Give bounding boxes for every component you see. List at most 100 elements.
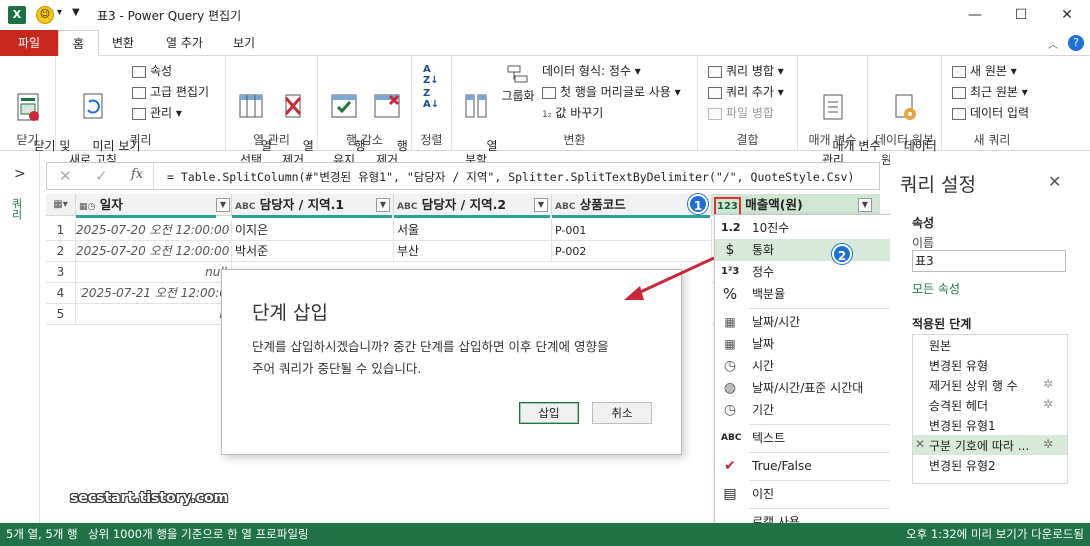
append-queries-button[interactable]: 쿼리 추가 ▾ xyxy=(708,83,784,101)
replace-values-button[interactable]: 1₂ 값 바꾸기 xyxy=(542,104,603,122)
properties-button[interactable]: 속성 xyxy=(132,62,172,80)
group-sort: A Z↓ Z A↓ 정렬 xyxy=(412,56,452,151)
applied-step-selected[interactable]: ✕ 구분 기호에 따라 ... ✲ xyxy=(913,435,1067,455)
tab-file[interactable]: 파일 xyxy=(0,30,59,56)
help-icon[interactable]: ? xyxy=(1068,35,1084,51)
table-cell[interactable]: 2025-07-21 오전 12:00:0 xyxy=(76,283,232,304)
table-cell[interactable]: 2025-07-20 오전 12:00:00 xyxy=(76,220,232,241)
menu-item-datetime[interactable]: ▦ 날짜/시간 xyxy=(715,311,911,333)
manage-button[interactable]: 관리 ▾ xyxy=(132,104,182,122)
data-type-dropdown[interactable]: 데이터 형식: 정수 ▾ xyxy=(542,62,641,80)
dialog-message-line1: 단계를 삽입하시겠습니까? 중간 단계를 삽입하면 이후 단계에 영향을 xyxy=(252,339,609,354)
table-cell[interactable]: 서울 xyxy=(394,220,552,241)
remove-rows-icon xyxy=(374,94,400,118)
table-cell[interactable]: null xyxy=(76,262,232,283)
text-type-icon[interactable]: ABC xyxy=(552,202,575,212)
table-cell[interactable]: P-001 xyxy=(552,220,712,241)
applied-step[interactable]: 변경된 유형 xyxy=(929,357,988,374)
commit-formula-icon[interactable]: ✓ xyxy=(95,167,108,185)
insert-button[interactable]: 삽입 xyxy=(519,402,579,424)
qat-customize-icon[interactable]: ▼ xyxy=(72,7,80,18)
menu-item-true-false[interactable]: ✔ True/False xyxy=(715,455,911,477)
menu-item-percentage[interactable]: % 백분율 xyxy=(715,283,911,305)
maximize-button[interactable]: ☐ xyxy=(998,0,1044,30)
table-cell[interactable]: 이지은 xyxy=(232,220,394,241)
tab-home[interactable]: 홈 xyxy=(58,30,100,56)
tab-view[interactable]: 보기 xyxy=(219,30,269,56)
menu-item-time[interactable]: ◷ 시간 xyxy=(715,355,911,377)
sort-descending-icon[interactable]: Z A↓ xyxy=(423,88,439,110)
menu-item-binary[interactable]: ▤ 이진 xyxy=(715,483,911,505)
delete-step-icon[interactable]: ✕ xyxy=(915,437,925,451)
minimize-button[interactable]: — xyxy=(952,0,998,30)
smiley-feedback-icon[interactable]: ☺ xyxy=(36,6,54,24)
group-by-button[interactable]: 그룹화 xyxy=(498,64,538,103)
column-header-date[interactable]: ▦◷ 일자 ▼ xyxy=(76,194,232,216)
column-filter-button[interactable]: ▼ xyxy=(858,198,872,212)
step-badge-1: 1 xyxy=(688,194,708,214)
combine-files-button[interactable]: 파일 병합 xyxy=(708,104,774,122)
enter-data-button[interactable]: 데이터 입력 xyxy=(952,104,1029,122)
column-filter-button[interactable]: ▼ xyxy=(376,198,390,212)
expand-queries-chevron-icon[interactable]: > xyxy=(14,166,26,182)
close-pane-icon[interactable]: ✕ xyxy=(1048,172,1061,191)
time-icon: ◷ xyxy=(723,358,737,374)
table-cell[interactable]: n xyxy=(76,304,232,325)
group-by-label: 그룹화 xyxy=(501,89,535,103)
menu-item-label: 백분율 xyxy=(752,287,786,301)
menu-item-whole-number[interactable]: 1²3 정수 xyxy=(715,261,911,283)
merge-queries-label: 쿼리 병합 xyxy=(726,64,774,78)
applied-step[interactable]: 승격된 헤더 xyxy=(929,397,988,414)
sort-ascending-icon[interactable]: A Z↓ xyxy=(423,64,439,86)
tab-add-column[interactable]: 열 추가 xyxy=(152,30,217,56)
text-type-icon[interactable]: ABC xyxy=(232,202,255,212)
menu-item-duration[interactable]: ◷ 기간 xyxy=(715,399,911,421)
cancel-formula-icon[interactable]: ✕ xyxy=(59,167,72,185)
menu-item-date[interactable]: ▦ 날짜 xyxy=(715,333,911,355)
advanced-editor-icon xyxy=(132,86,146,99)
collapse-ribbon-icon[interactable]: ︿ xyxy=(1048,36,1058,51)
advanced-editor-button[interactable]: 고급 편집기 xyxy=(132,83,209,101)
applied-step[interactable]: 원본 xyxy=(929,337,951,354)
menu-item-datetimezone[interactable]: ◍ 날짜/시간/표준 시간대 xyxy=(715,377,911,399)
datetime-type-icon[interactable]: ▦◷ xyxy=(76,202,95,212)
new-source-button[interactable]: 새 원본 ▾ xyxy=(952,62,1017,80)
menu-item-decimal[interactable]: 1.2 10진수 xyxy=(715,217,911,239)
status-profiling[interactable]: 상위 1000개 행을 기준으로 한 열 프로파일링 xyxy=(88,523,308,546)
formula-input[interactable]: = Table.SplitColumn(#"변경된 유형1", "담당자 / 지… xyxy=(167,169,867,185)
table-cell[interactable]: 박서준 xyxy=(232,241,394,262)
step-settings-gear-icon[interactable]: ✲ xyxy=(1043,377,1053,391)
all-properties-link[interactable]: 모든 속성 xyxy=(912,280,960,297)
step-settings-gear-icon[interactable]: ✲ xyxy=(1043,437,1053,451)
close-load-icon xyxy=(17,93,39,121)
column-header-manager-region-1[interactable]: ABC 담당자 / 지역.1 ▼ xyxy=(232,194,394,216)
query-name-input[interactable]: 표3 xyxy=(912,250,1066,272)
applied-step[interactable]: 변경된 유형2 xyxy=(929,457,996,474)
column-filter-button[interactable]: ▼ xyxy=(534,198,548,212)
menu-item-text[interactable]: ABC 텍스트 xyxy=(715,427,911,449)
close-window-button[interactable]: ✕ xyxy=(1044,0,1090,30)
applied-step[interactable]: 변경된 유형1 xyxy=(929,417,996,434)
table-cell[interactable]: 부산 xyxy=(394,241,552,262)
status-bar: 5개 열, 5개 행 상위 1000개 행을 기준으로 한 열 프로파일링 오후… xyxy=(0,523,1090,546)
fx-icon[interactable]: fx xyxy=(131,167,143,182)
qat-dropdown-icon[interactable]: ▾ xyxy=(57,7,62,18)
table-menu-icon[interactable]: ▦▾ xyxy=(46,194,76,216)
tab-transform[interactable]: 변환 xyxy=(98,30,148,56)
text-type-icon[interactable]: ABC xyxy=(394,202,417,212)
applied-step[interactable]: 제거된 상위 행 수 xyxy=(929,377,1018,394)
column-header-sales[interactable]: 123 매출액(원) ▼ xyxy=(712,194,880,216)
merge-queries-button[interactable]: 쿼리 병합 ▾ xyxy=(708,62,784,80)
step-settings-gear-icon[interactable]: ✲ xyxy=(1043,397,1053,411)
queries-label[interactable]: 쿼리 xyxy=(8,198,24,220)
cancel-button[interactable]: 취소 xyxy=(592,402,652,424)
menu-item-currency[interactable]: $ 통화 xyxy=(715,239,911,261)
use-first-row-headers-button[interactable]: 첫 행을 머리글로 사용 ▾ xyxy=(542,83,681,101)
row-number: 3 xyxy=(46,262,76,283)
column-filter-button[interactable]: ▼ xyxy=(216,198,230,212)
column-header-manager-region-2[interactable]: ABC 담당자 / 지역.2 ▼ xyxy=(394,194,552,216)
recent-sources-button[interactable]: 최근 원본 ▾ xyxy=(952,83,1028,101)
table-cell[interactable]: 2025-07-20 오전 12:00:00 xyxy=(76,241,232,262)
query-settings-title: 쿼리 설정 xyxy=(900,174,976,196)
title-bar: X ☺ ▾ ▼ 표3 - Power Query 편집기 — ☐ ✕ xyxy=(0,0,1090,30)
